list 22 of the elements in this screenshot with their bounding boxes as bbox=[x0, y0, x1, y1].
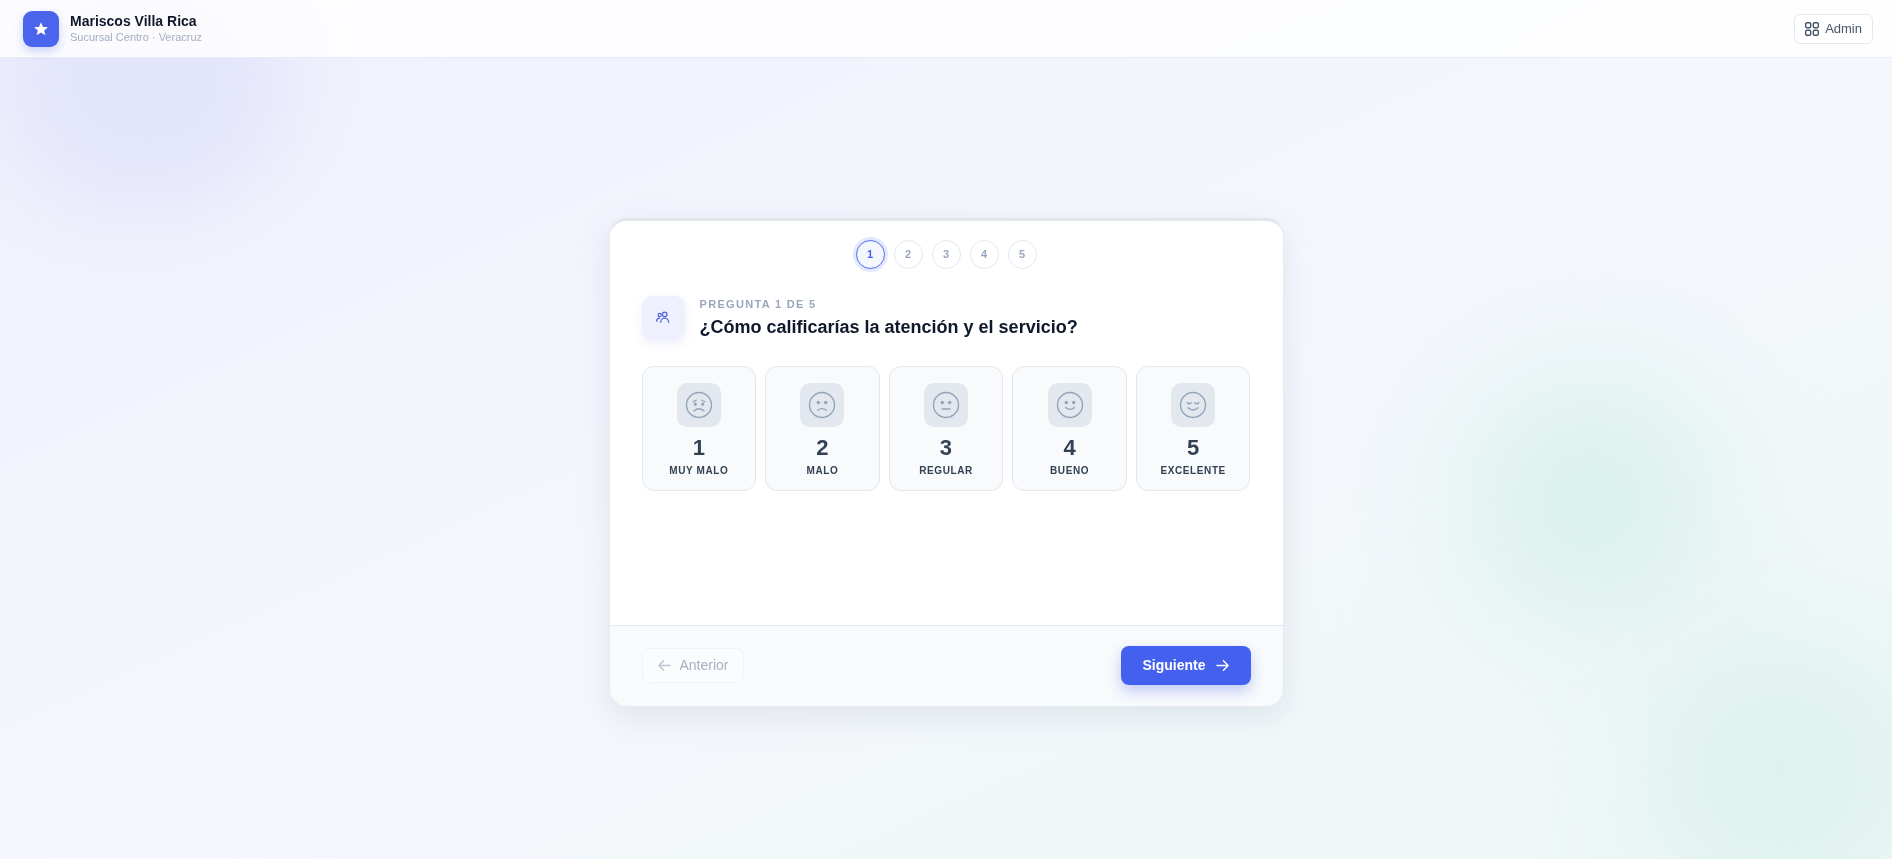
rating-option[interactable]: 1 MUY MALO bbox=[641, 365, 757, 491]
people-icon bbox=[641, 295, 685, 339]
star-logo-icon bbox=[23, 10, 59, 47]
rating-option[interactable]: 2 MALO bbox=[765, 365, 880, 491]
sad-face-icon bbox=[800, 382, 845, 427]
question-counter: PREGUNTA 1 DE 5 bbox=[699, 296, 818, 311]
brand-title: Mariscos Villa Rica bbox=[70, 12, 198, 30]
branch-subtitle: Sucursal Centro · Veracruz bbox=[70, 30, 203, 45]
rating-option[interactable]: 3 REGULAR bbox=[888, 365, 1004, 491]
rating-option[interactable]: 4 BUENO bbox=[1012, 365, 1127, 491]
question-text: ¿Cómo calificarías la atención y el servicio? bbox=[699, 315, 1078, 338]
step-indicator[interactable]: 1 bbox=[855, 239, 885, 269]
next-button[interactable]: Siguiente bbox=[1121, 646, 1251, 685]
rating-option[interactable]: 5 EXCELENTE bbox=[1135, 365, 1251, 491]
admin-button[interactable]: Admin bbox=[1794, 13, 1873, 44]
worried-face-icon bbox=[676, 382, 721, 427]
smiling-face-icon bbox=[1047, 382, 1092, 427]
neutral-face-icon bbox=[924, 382, 968, 427]
happy-face-icon bbox=[1171, 382, 1216, 427]
arrow-left-icon bbox=[656, 658, 672, 673]
arrow-right-icon bbox=[1214, 658, 1230, 673]
grid-icon bbox=[1805, 21, 1820, 36]
